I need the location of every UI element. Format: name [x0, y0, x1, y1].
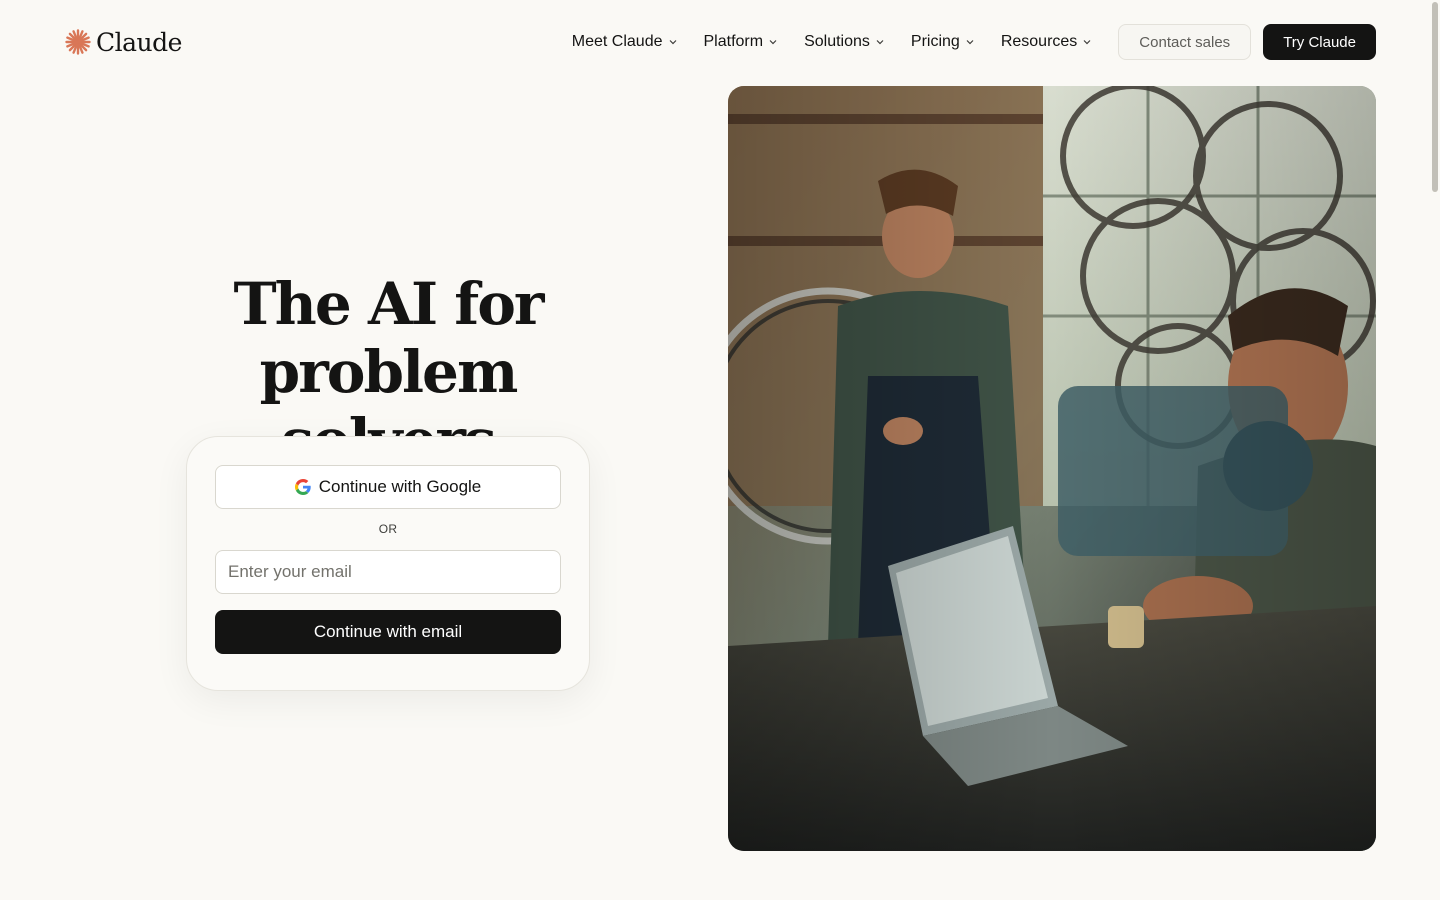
hero-title-line1: The AI for: [233, 270, 545, 338]
site-header: Claude Meet Claude Platform Solutions Pr…: [0, 0, 1440, 84]
claude-starburst-icon: [65, 29, 91, 55]
hero-photo: [728, 86, 1376, 851]
hero-photo-workshop: [728, 86, 1376, 851]
main-nav: Meet Claude Platform Solutions Pricing R…: [572, 24, 1376, 60]
nav-item-platform[interactable]: Platform: [704, 33, 779, 51]
or-divider: OR: [378, 522, 398, 536]
chevron-down-icon: [966, 40, 974, 45]
nav-item-label: Solutions: [804, 33, 870, 50]
nav-item-label: Resources: [1000, 33, 1078, 50]
chevron-down-icon: [876, 40, 884, 45]
auth-card: Continue with Google OR Continue with em…: [186, 436, 590, 691]
continue-with-email-button[interactable]: Continue with email: [215, 610, 561, 654]
nav-item-label: Pricing: [910, 33, 960, 50]
chevron-down-icon: [1083, 40, 1091, 45]
chevron-down-icon: [669, 40, 676, 45]
email-field[interactable]: [215, 550, 561, 594]
google-button-label: Continue with Google: [318, 477, 482, 496]
brand-name: Claude: [96, 27, 182, 57]
scrollbar-thumb[interactable]: [1432, 2, 1438, 192]
continue-with-google-button[interactable]: Continue with Google: [215, 465, 561, 509]
try-claude-button[interactable]: Try Claude: [1263, 24, 1376, 60]
nav-item-label: Meet Claude: [571, 33, 663, 50]
landing-page: Claude Meet Claude Platform Solutions Pr…: [0, 0, 1440, 900]
nav-item-resources[interactable]: Resources: [1001, 33, 1092, 51]
brand-logo[interactable]: Claude: [64, 26, 182, 58]
nav-item-meet-claude[interactable]: Meet Claude: [572, 33, 678, 51]
contact-sales-button[interactable]: Contact sales: [1118, 24, 1252, 60]
chevron-down-icon: [769, 40, 777, 45]
google-g-icon: [294, 479, 311, 495]
nav-item-label: Platform: [703, 33, 764, 50]
nav-item-pricing[interactable]: Pricing: [911, 33, 975, 51]
nav-item-solutions[interactable]: Solutions: [804, 33, 885, 51]
page-scrollbar[interactable]: [1430, 0, 1440, 900]
